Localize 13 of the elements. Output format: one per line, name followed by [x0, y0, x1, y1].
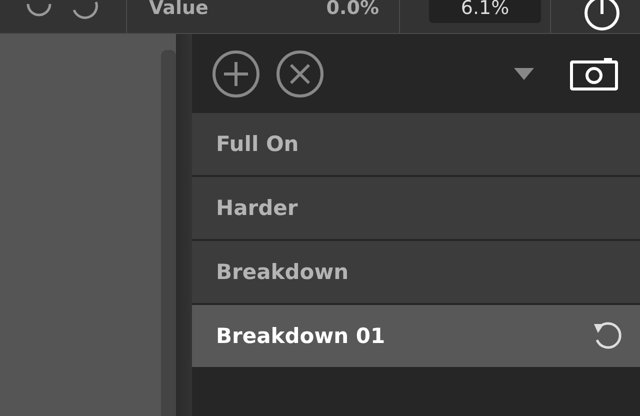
delete-button[interactable]	[276, 50, 324, 98]
value-reading: 0.0%	[325, 0, 379, 19]
preset-item[interactable]: Full On	[192, 113, 640, 175]
reset-icon[interactable]	[592, 320, 624, 352]
preset-item[interactable]: Breakdown 01	[192, 305, 640, 367]
add-button[interactable]	[212, 50, 260, 98]
preset-item[interactable]: Breakdown	[192, 241, 640, 303]
value-field[interactable]: 6.1%	[429, 0, 541, 23]
scrollbar[interactable]	[161, 50, 176, 416]
preset-item[interactable]: Harder	[192, 177, 640, 239]
dropdown-icon[interactable]	[514, 68, 534, 80]
power-icon[interactable]	[583, 0, 621, 32]
camera-button[interactable]	[570, 56, 618, 90]
